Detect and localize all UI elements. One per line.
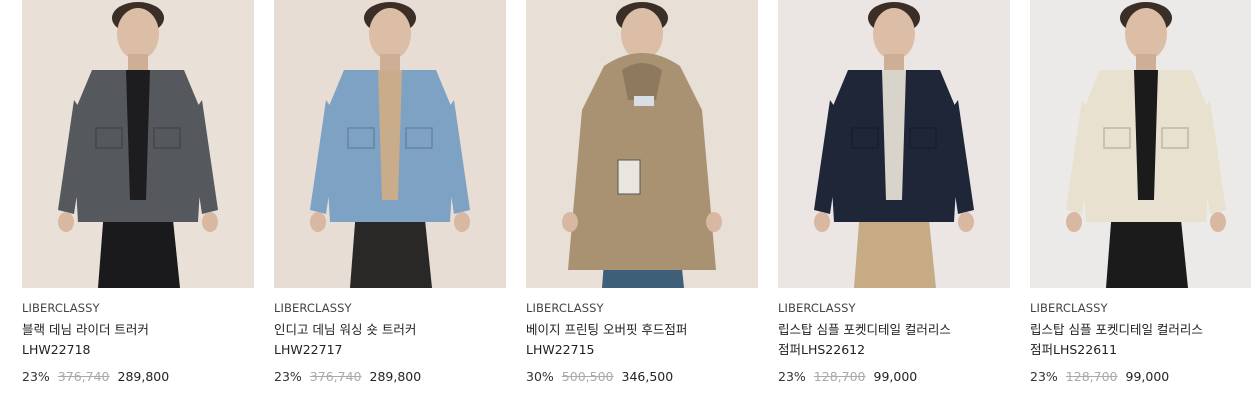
product-grid: LIBERCLASSY 블랙 데님 라이더 트러커 LHW22718 23% 376… xyxy=(0,0,1251,415)
price-row: 23% 376,740 289,800 xyxy=(274,369,421,385)
indigo-denim-trucker-photo[interactable] xyxy=(274,0,506,288)
product-name-line1[interactable]: 립스탑 심플 포켓디테일 컬러리스 xyxy=(1030,322,1203,337)
product-name-line2[interactable]: LHW22717 xyxy=(274,342,343,357)
product-card[interactable]: LIBERCLASSY 인디고 데님 워싱 숏 트러커 LHW22717 23% 3… xyxy=(274,0,506,415)
discount-rate: 30% xyxy=(526,369,554,384)
product-name[interactable]: 베이지 프린팅 오버핏 후드점퍼 LHW22715 xyxy=(526,320,758,360)
product-name[interactable]: 인디고 데님 워싱 숏 트러커 LHW22717 xyxy=(274,320,506,360)
product-name-line1[interactable]: 립스탑 심플 포켓디테일 컬러리스 xyxy=(778,322,951,337)
product-card[interactable]: LIBERCLASSY 립스탑 심플 포켓디테일 컬러리스 점퍼LHS22611 … xyxy=(1030,0,1251,415)
product-brand[interactable]: LIBERCLASSY xyxy=(1030,301,1108,315)
navy-ripstop-jumper-photo[interactable] xyxy=(778,0,1010,288)
original-price: 376,740 xyxy=(57,369,110,384)
discount-rate: 23% xyxy=(22,369,50,384)
black-denim-rider-jacket-photo[interactable] xyxy=(22,0,254,288)
product-image xyxy=(1030,0,1251,288)
product-card[interactable]: LIBERCLASSY 베이지 프린팅 오버핏 후드점퍼 LHW22715 30%… xyxy=(526,0,758,415)
sale-price: 289,800 xyxy=(117,369,170,384)
product-name-line2[interactable]: 점퍼LHS22611 xyxy=(1030,342,1117,357)
product-name-line2[interactable]: LHW22715 xyxy=(526,342,595,357)
product-name-line2[interactable]: LHW22718 xyxy=(22,342,91,357)
sale-price: 289,800 xyxy=(369,369,422,384)
product-brand[interactable]: LIBERCLASSY xyxy=(22,301,100,315)
price-row: 23% 376,740 289,800 xyxy=(22,369,169,385)
product-image xyxy=(22,0,254,288)
sale-price: 99,000 xyxy=(1125,369,1170,384)
discount-rate: 23% xyxy=(778,369,806,384)
beige-hooded-parka-photo[interactable] xyxy=(526,0,758,288)
product-card[interactable]: LIBERCLASSY 블랙 데님 라이더 트러커 LHW22718 23% 376… xyxy=(22,0,254,415)
product-name[interactable]: 립스탑 심플 포켓디테일 컬러리스점퍼LHS22612 xyxy=(778,320,1010,360)
product-name[interactable]: 립스탑 심플 포켓디테일 컬러리스점퍼LHS22611 xyxy=(1030,320,1251,360)
product-name-line1[interactable]: 베이지 프린팅 오버핏 후드점퍼 xyxy=(526,322,687,337)
product-image xyxy=(274,0,506,288)
product-name[interactable]: 블랙 데님 라이더 트러커 LHW22718 xyxy=(22,320,254,360)
product-image xyxy=(778,0,1010,288)
original-price: 128,700 xyxy=(1065,369,1118,384)
product-name-line1[interactable]: 인디고 데님 워싱 숏 트러커 xyxy=(274,322,416,337)
product-card[interactable]: LIBERCLASSY 립스탑 심플 포켓디테일 컬러리스 점퍼LHS22612 … xyxy=(778,0,1010,415)
original-price: 500,500 xyxy=(561,369,614,384)
price-row: 23% 128,700 99,000 xyxy=(1030,369,1169,385)
discount-rate: 23% xyxy=(274,369,302,384)
sale-price: 99,000 xyxy=(873,369,918,384)
original-price: 376,740 xyxy=(309,369,362,384)
product-name-line2[interactable]: 점퍼LHS22612 xyxy=(778,342,865,357)
product-image xyxy=(526,0,758,288)
sale-price: 346,500 xyxy=(621,369,674,384)
product-brand[interactable]: LIBERCLASSY xyxy=(526,301,604,315)
product-brand[interactable]: LIBERCLASSY xyxy=(274,301,352,315)
discount-rate: 23% xyxy=(1030,369,1058,384)
original-price: 128,700 xyxy=(813,369,866,384)
product-brand[interactable]: LIBERCLASSY xyxy=(778,301,856,315)
price-row: 30% 500,500 346,500 xyxy=(526,369,673,385)
price-row: 23% 128,700 99,000 xyxy=(778,369,917,385)
product-name-line1[interactable]: 블랙 데님 라이더 트러커 xyxy=(22,322,149,337)
ivory-ripstop-jumper-photo[interactable] xyxy=(1030,0,1251,288)
